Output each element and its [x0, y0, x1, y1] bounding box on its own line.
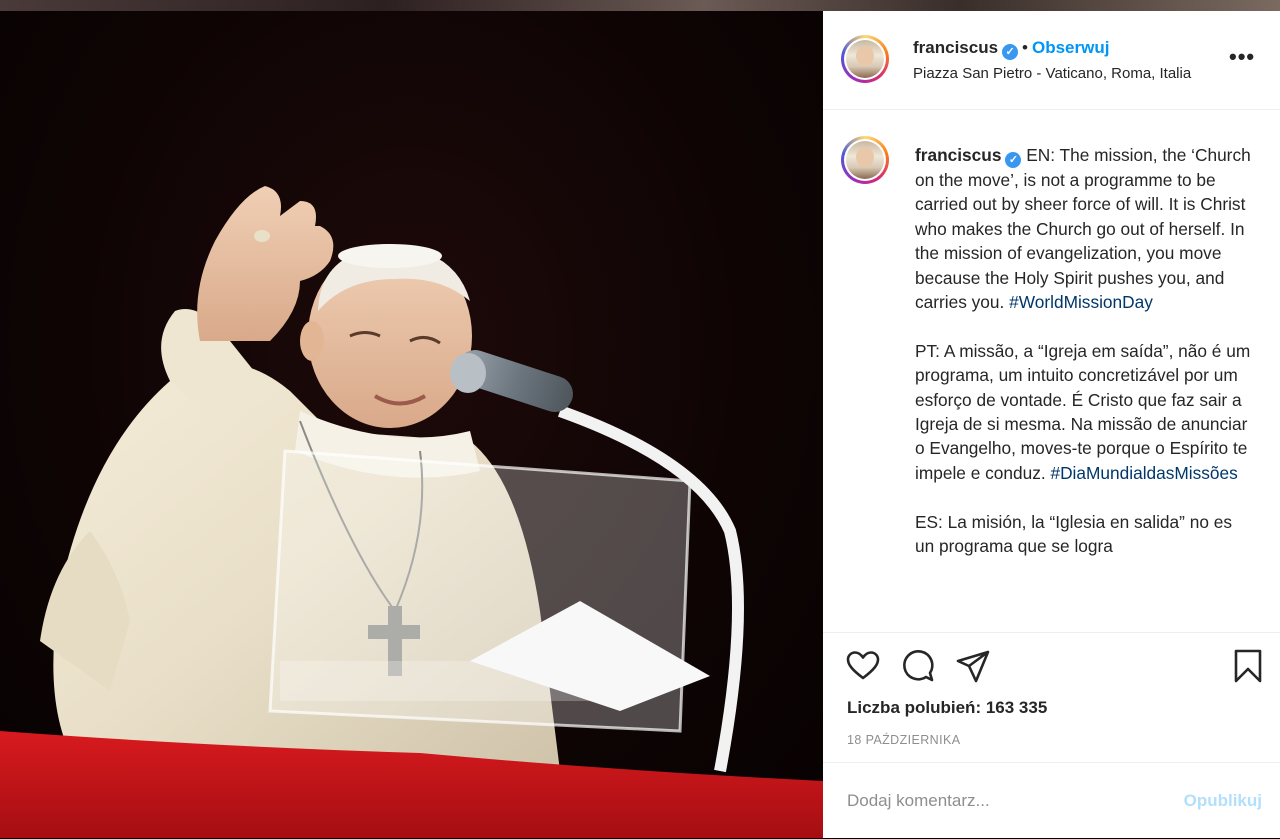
verified-badge-icon: ✓: [1005, 152, 1022, 168]
caption-avatar[interactable]: [841, 136, 889, 184]
hashtag-link[interactable]: #DiaMundialdasMissões: [1050, 463, 1237, 483]
caption-es-text: ES: La misión, la “Iglesia en salida” no…: [915, 511, 1232, 557]
caption-pt-text: PT: A missão, a “Igreja em saída”, não é…: [915, 340, 1251, 483]
separator-dot: •: [1022, 38, 1028, 57]
more-options-icon[interactable]: •••: [1229, 46, 1255, 68]
heart-icon[interactable]: [845, 648, 881, 684]
comment-icon[interactable]: [900, 648, 936, 684]
caption-en: franciscus ✓ EN: The mission, the ‘Church…: [915, 143, 1251, 314]
top-background-strip: [0, 0, 1280, 11]
post-photo[interactable]: [0, 11, 823, 838]
post-details-panel: franciscus ✓ • Obserwuj Piazza San Pietro -…: [823, 11, 1280, 838]
avatar[interactable]: [841, 35, 889, 83]
follow-button[interactable]: Obserwuj: [1032, 38, 1109, 57]
publish-button[interactable]: Opublikuj: [1184, 791, 1262, 811]
comment-input[interactable]: Dodaj komentarz...: [847, 791, 990, 811]
caption-en-text: EN: The mission, the ‘Church on the move…: [915, 145, 1251, 313]
comment-box: Dodaj komentarz... Opublikuj: [823, 762, 1280, 839]
hashtag-link[interactable]: #WorldMissionDay: [1009, 292, 1153, 312]
username-link[interactable]: franciscus: [913, 38, 998, 57]
post-actions: Liczba polubień: 163 335 18 PAŹDZIERNIKA: [823, 632, 1280, 773]
post-date[interactable]: 18 PAŹDZIERNIKA: [847, 733, 960, 747]
header-user-line: franciscus ✓ • Obserwuj: [913, 38, 1109, 60]
verified-badge-icon: ✓: [1002, 44, 1019, 60]
location-link[interactable]: Piazza San Pietro - Vaticano, Roma, Ital…: [913, 65, 1191, 82]
caption-text: franciscus ✓ EN: The mission, the ‘Church…: [915, 143, 1251, 583]
caption-scroll-area[interactable]: franciscus ✓ EN: The mission, the ‘Church…: [823, 110, 1280, 632]
photo-illustration: [0, 186, 823, 838]
caption-pt: PT: A missão, a “Igreja em saída”, não é…: [915, 339, 1251, 485]
share-icon[interactable]: [955, 648, 991, 684]
bookmark-icon[interactable]: [1230, 648, 1266, 684]
post-header: franciscus ✓ • Obserwuj Piazza San Pietro -…: [823, 11, 1280, 110]
likes-count[interactable]: Liczba polubień: 163 335: [847, 698, 1047, 718]
caption-es: ES: La misión, la “Iglesia en salida” no…: [915, 510, 1251, 559]
caption-username-link[interactable]: franciscus: [915, 145, 1001, 165]
